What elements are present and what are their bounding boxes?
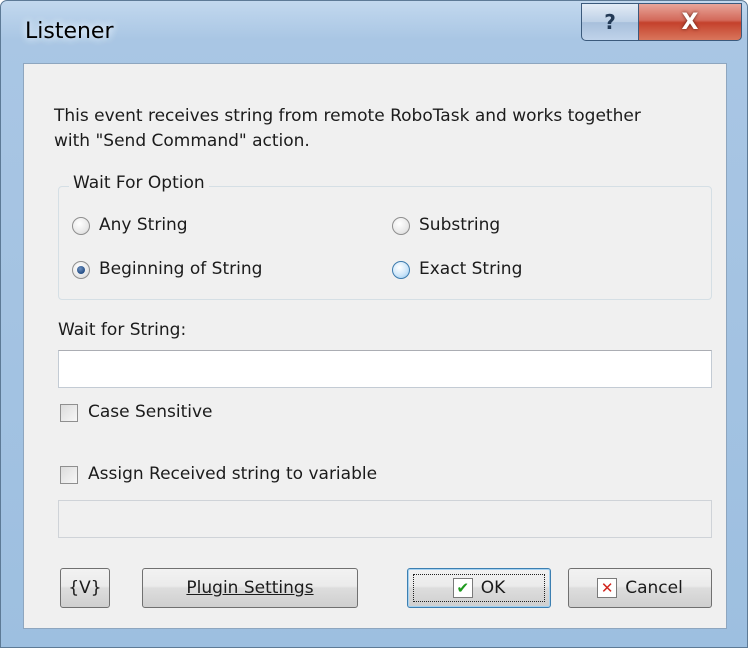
radio-button[interactable] bbox=[392, 261, 410, 279]
window-title: Listener bbox=[25, 19, 114, 44]
title-bar[interactable]: Listener ? X bbox=[1, 1, 749, 63]
dialog-body: This event receives string from remote R… bbox=[23, 63, 727, 629]
variable-name-input[interactable] bbox=[58, 500, 712, 538]
description-text: This event receives string from remote R… bbox=[54, 106, 641, 151]
cross-icon: ✕ bbox=[597, 578, 618, 598]
focus-ring bbox=[413, 574, 545, 602]
radio-button[interactable] bbox=[392, 217, 410, 235]
checkmark-icon: ✔ bbox=[452, 578, 473, 598]
variables-button[interactable]: {V} bbox=[60, 568, 110, 608]
help-icon: ? bbox=[604, 10, 616, 34]
close-button[interactable]: X bbox=[638, 3, 742, 41]
assign-variable-checkbox[interactable] bbox=[60, 466, 78, 484]
wait-for-string-input[interactable] bbox=[58, 350, 712, 388]
plugin-settings-label: Plugin Settings bbox=[186, 578, 314, 598]
cancel-button-label: Cancel bbox=[625, 578, 683, 598]
close-icon: X bbox=[681, 9, 699, 35]
assign-variable-label[interactable]: Assign Received string to variable bbox=[88, 462, 377, 487]
group-legend: Wait For Option bbox=[69, 173, 209, 193]
case-sensitive-label[interactable]: Case Sensitive bbox=[88, 400, 213, 425]
cancel-button[interactable]: ✕ Cancel bbox=[568, 568, 712, 608]
ok-button[interactable]: ✔ OK bbox=[407, 568, 551, 608]
case-sensitive-checkbox[interactable] bbox=[60, 404, 78, 422]
radio-label[interactable]: Beginning of String bbox=[99, 257, 262, 282]
ok-button-label: OK bbox=[480, 578, 506, 598]
radio-button[interactable] bbox=[72, 217, 90, 235]
wait-for-string-label: Wait for String: bbox=[58, 320, 187, 340]
variables-button-label: {V} bbox=[68, 578, 102, 598]
help-button[interactable]: ? bbox=[581, 3, 639, 41]
radio-button-selected[interactable] bbox=[72, 261, 90, 279]
radio-label[interactable]: Any String bbox=[99, 213, 188, 238]
radio-label[interactable]: Substring bbox=[419, 213, 500, 238]
wait-for-option-group: Wait For Option Any String Substring Beg… bbox=[58, 173, 712, 300]
listener-dialog: Listener ? X This event receives string … bbox=[0, 0, 748, 648]
radio-label[interactable]: Exact String bbox=[419, 257, 522, 282]
plugin-settings-button[interactable]: Plugin Settings bbox=[142, 568, 358, 608]
